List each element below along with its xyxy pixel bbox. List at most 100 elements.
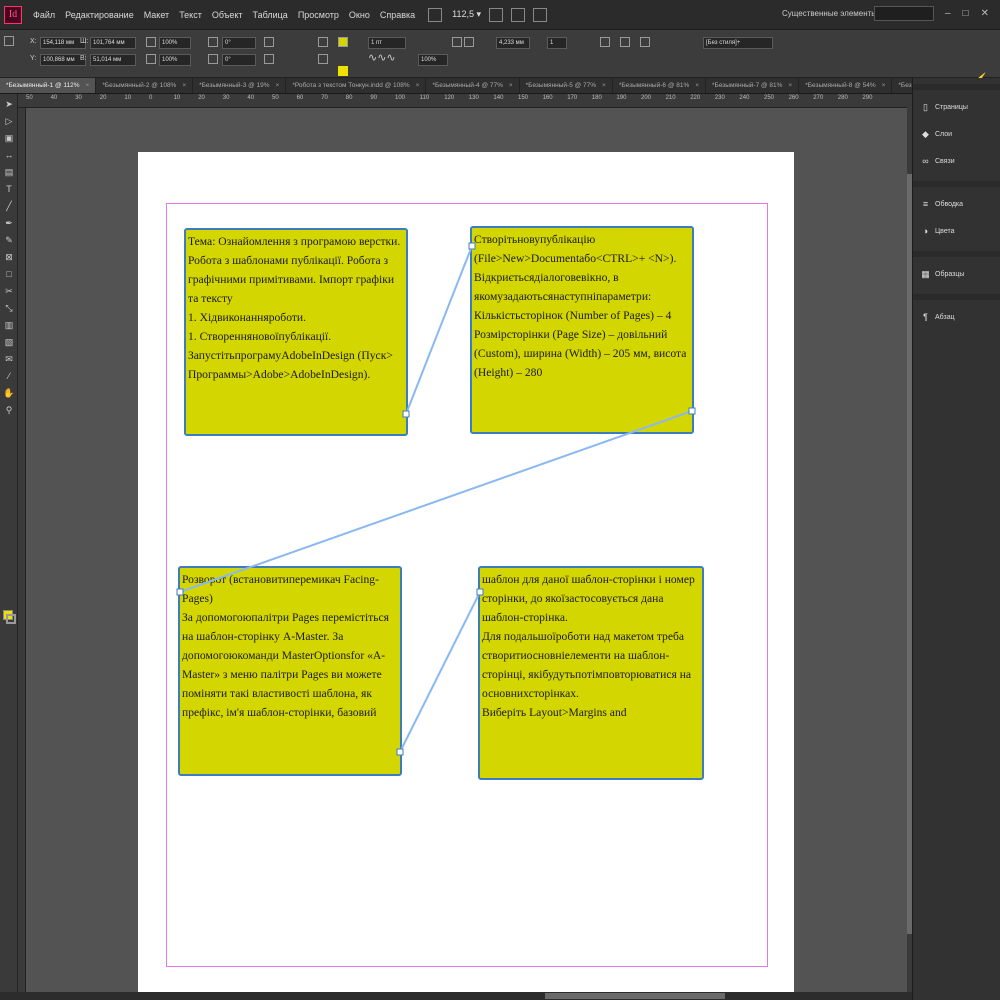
select-container-icon[interactable] (318, 37, 328, 47)
close-tab-icon[interactable]: × (509, 82, 513, 89)
stroke-type-wavy-icon[interactable]: ∿∿∿ (368, 51, 396, 64)
panel-tab-swatches[interactable]: ▦ Образцы (913, 261, 1000, 288)
bridge-icon[interactable] (428, 7, 443, 22)
shear-field[interactable]: 0° (222, 54, 256, 66)
wrap-around-icon[interactable] (620, 37, 630, 47)
in-port-4[interactable] (476, 588, 484, 596)
hand-tool-icon[interactable]: ✋ (2, 386, 16, 400)
rectangle-tool-icon[interactable]: □ (2, 267, 16, 281)
out-port-1[interactable] (402, 410, 410, 418)
workspace-switcher[interactable]: Существенные элементы ▾ (782, 9, 883, 18)
rotation-field[interactable]: 0° (222, 37, 256, 49)
document-tab[interactable]: *Безымянный-3 @ 19% × (193, 78, 287, 93)
panel-tab-color[interactable]: ◑ Цвета (913, 218, 1000, 245)
panel-tab-pages[interactable]: ▯ Страницы (913, 94, 1000, 121)
document-tab[interactable]: *Безымянный-4 @ 77% × (426, 78, 520, 93)
document-tab[interactable]: *Безымянный-9 @ 7× (892, 78, 912, 93)
out-port-2[interactable] (688, 407, 696, 415)
document-tab[interactable]: *Безымянный-5 @ 77% × (520, 78, 613, 93)
close-tab-icon[interactable]: × (602, 82, 606, 89)
stroke-weight-field[interactable]: 1 пт (368, 37, 406, 49)
close-tab-icon[interactable]: × (882, 82, 886, 89)
document-tab[interactable]: *Безымянный-8 @ 54% × (799, 78, 893, 93)
scale-y-field[interactable]: 100% (159, 54, 191, 66)
panel-tab-links[interactable]: ∞ Связи (913, 148, 1000, 175)
menu-file[interactable]: Файл (28, 10, 60, 20)
search-input[interactable] (874, 6, 934, 21)
horizontal-scroll-thumb[interactable] (545, 993, 725, 999)
wrap-shape-icon[interactable] (640, 37, 650, 47)
close-tab-icon[interactable]: × (276, 82, 280, 89)
ruler-tick-label: 30 (75, 95, 82, 101)
stroke-color-swatch[interactable] (6, 614, 16, 624)
reference-point-icon[interactable] (4, 36, 14, 46)
flip-icon[interactable] (264, 54, 274, 64)
select-content-icon[interactable] (318, 54, 328, 64)
close-tab-icon[interactable]: × (182, 82, 186, 89)
menu-table[interactable]: Таблица (248, 10, 293, 20)
stroke-swatch-icon[interactable] (338, 66, 348, 76)
align-center-icon[interactable] (464, 37, 474, 47)
selection-tool-icon[interactable]: ➤ (2, 97, 16, 111)
in-port-2[interactable] (468, 242, 476, 250)
document-tab[interactable]: *Безымянный-6 @ 81% × (613, 78, 707, 93)
opacity-field[interactable]: 100% (418, 54, 448, 66)
document-tab[interactable]: *Безымянный-2 @ 108% × (96, 78, 194, 93)
pencil-tool-icon[interactable]: ✎ (2, 233, 16, 247)
rectangle-frame-tool-icon[interactable]: ⊠ (2, 250, 16, 264)
note-tool-icon[interactable]: ✉ (2, 352, 16, 366)
gradient-tool-icon[interactable]: ▥ (2, 318, 16, 332)
menu-layout[interactable]: Макет (139, 10, 174, 20)
direct-selection-tool-icon[interactable]: ▷ (2, 114, 16, 128)
document-tab[interactable]: *Безымянный-7 @ 81% × (706, 78, 800, 93)
arrange-documents-icon[interactable] (533, 7, 548, 22)
content-collector-icon[interactable]: ▤ (2, 165, 16, 179)
view-options-icon[interactable] (489, 7, 504, 22)
menu-type[interactable]: Текст (174, 10, 207, 20)
close-tab-icon[interactable]: × (86, 82, 90, 89)
in-port-3[interactable] (176, 588, 184, 596)
menu-edit[interactable]: Редактирование (60, 10, 139, 20)
window-controls[interactable]: –□✕ (945, 8, 1000, 19)
screen-mode-icon[interactable] (511, 7, 526, 22)
close-tab-icon[interactable]: × (788, 82, 792, 89)
menu-object[interactable]: Объект (207, 10, 248, 20)
line-tool-icon[interactable]: ╱ (2, 199, 16, 213)
scale-x-field[interactable]: 100% (159, 37, 191, 49)
panel-tab-stroke[interactable]: ≡ Обводка (913, 191, 1000, 218)
menu-window[interactable]: Окно (344, 10, 375, 20)
eyedropper-tool-icon[interactable]: ⁄ (2, 369, 16, 383)
gradient-feather-tool-icon[interactable]: ▧ (2, 335, 16, 349)
free-transform-tool-icon[interactable]: ⤡ (2, 301, 16, 315)
close-tab-icon[interactable]: × (416, 82, 420, 89)
out-port-3[interactable] (396, 748, 404, 756)
panel-tab-layers[interactable]: ◆ Слои (913, 121, 1000, 148)
document-tab[interactable]: *Безымянный-1 @ 112% × (0, 78, 97, 93)
panel-tab-label: Страницы (935, 104, 968, 111)
pen-tool-icon[interactable]: ✒ (2, 216, 16, 230)
status-bar (0, 992, 912, 1000)
panel-tab-paragraph[interactable]: ¶ Абзац (913, 304, 1000, 331)
ruler-tick-label: 230 (714, 95, 725, 101)
close-tab-icon[interactable]: × (695, 82, 699, 89)
columns-field[interactable]: 1 (547, 37, 567, 49)
menu-view[interactable]: Просмотр (293, 10, 344, 20)
gutter-field[interactable]: 4,233 мм (496, 37, 530, 49)
width-field[interactable]: 101,764 мм (90, 37, 136, 49)
rotate-90-icon[interactable] (264, 37, 274, 47)
type-tool-icon[interactable]: T (2, 182, 16, 196)
zoom-level-select[interactable]: 112,5 ▾ (452, 9, 481, 20)
fill-swatch-icon[interactable] (338, 37, 348, 47)
scissors-tool-icon[interactable]: ✂ (2, 284, 16, 298)
align-left-icon[interactable] (452, 37, 462, 47)
height-field[interactable]: 51,014 мм (90, 54, 136, 66)
page-tool-icon[interactable]: ▣ (2, 131, 16, 145)
document-tab[interactable]: *Робота з текстом Тонкун.indd @ 108% × (286, 78, 427, 93)
text-wrap-icon[interactable] (600, 37, 610, 47)
gap-tool-icon[interactable]: ↔ (2, 148, 16, 162)
pasteboard[interactable]: Тема: Ознайомлення з програмою верстки. … (26, 108, 907, 992)
object-style-select[interactable]: [Без стиля]+ (703, 37, 773, 49)
menu-help[interactable]: Справка (375, 10, 420, 20)
zoom-tool-icon[interactable]: ⚲ (2, 403, 16, 417)
document-tab-label: *Безымянный-3 @ 19% (199, 82, 270, 89)
